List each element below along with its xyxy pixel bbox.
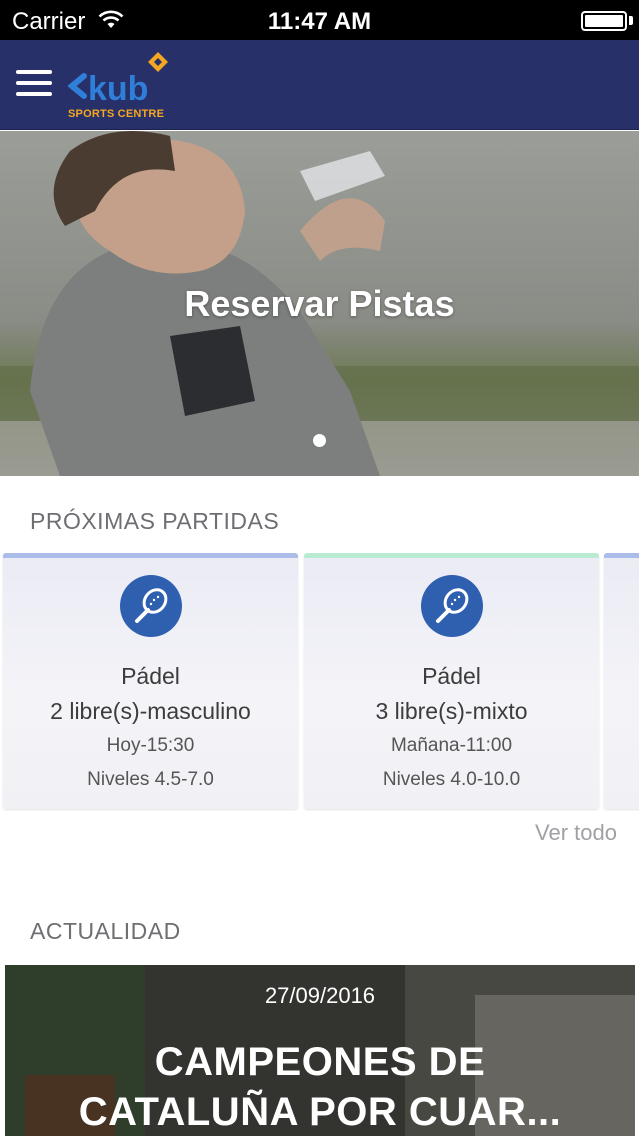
card-levels: Niveles 4.5-7.0: [87, 769, 214, 790]
padel-racket-icon: [421, 575, 483, 637]
card-sport: Pádel: [121, 663, 180, 689]
match-card[interactable]: Pádel 3 libre(s)-mixto Mañana-11:00 Nive…: [304, 553, 599, 809]
hero-banner-book-courts[interactable]: Reservar Pistas: [0, 131, 639, 476]
hamburger-menu-icon[interactable]: [16, 70, 54, 100]
news-card[interactable]: 27/09/2016 CAMPEONES DE CATALUÑA POR CUA…: [5, 965, 635, 1136]
card-time: Mañana-11:00: [390, 735, 513, 756]
navigation-bar: kub SPORTS CENTRE: [0, 40, 639, 130]
upcoming-matches-title: PRÓXIMAS PARTIDAS: [30, 508, 280, 534]
card-free-spots: 2 libre(s)-masculino: [50, 698, 251, 724]
logo-mark: kub: [67, 52, 168, 108]
card-sport: Pádel: [422, 663, 481, 689]
see-all-link[interactable]: Ver todo: [535, 820, 617, 846]
hero-title: Reservar Pistas: [184, 283, 455, 324]
card-accent-bar: [304, 553, 599, 558]
card-free-spots: 3 libre(s)-mixto: [375, 698, 528, 724]
news-date: 27/09/2016: [264, 983, 376, 1008]
card-accent-bar: [604, 553, 639, 558]
status-bar: Carrier 11:47 AM: [0, 0, 639, 40]
news-headline: CAMPEONES DE CATALUÑA POR CUAR...: [5, 1037, 635, 1136]
upcoming-matches-carousel[interactable]: Pádel 2 libre(s)-masculino Hoy-15:30 Niv…: [0, 553, 639, 811]
news-headline-line1: CAMPEONES DE: [154, 1040, 486, 1084]
card-accent-bar: [3, 553, 298, 558]
logo-text: kub: [88, 70, 148, 108]
match-card[interactable]: Pádel 2 libre(s)-masculino Hoy-15:30 Niv…: [3, 553, 298, 809]
card-levels: Niveles 4.0-10.0: [382, 769, 521, 790]
news-section-title: ACTUALIDAD: [30, 918, 181, 944]
club-logo: kub SPORTS CENTRE: [67, 48, 178, 124]
card-time: Hoy-15:30: [106, 735, 195, 756]
news-headline-line2: CATALUÑA POR CUAR...: [78, 1090, 562, 1134]
padel-racket-icon: [120, 575, 182, 637]
carousel-page-dot[interactable]: [313, 434, 326, 447]
clock-label: 11:47 AM: [267, 8, 372, 35]
match-card-partial[interactable]: [604, 553, 639, 809]
battery-tip: [629, 16, 633, 25]
logo-subtitle: SPORTS CENTRE: [68, 108, 165, 120]
battery-icon: [581, 11, 627, 31]
